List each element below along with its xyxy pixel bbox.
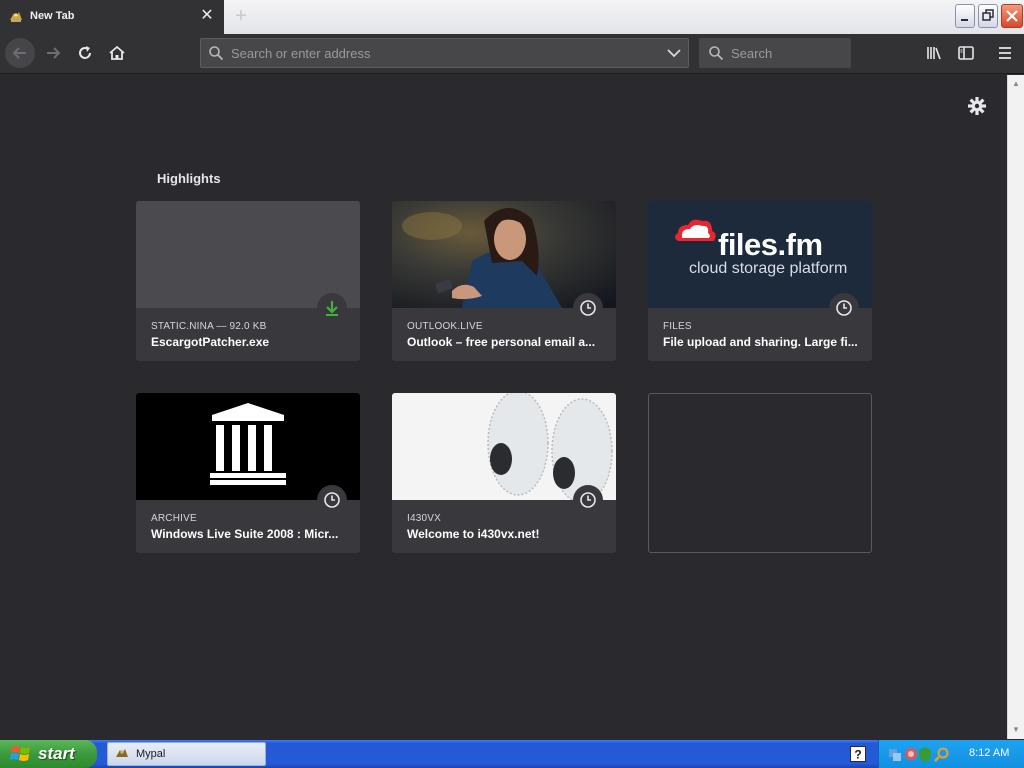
- card-host: OUTLOOK.LIVE: [407, 321, 483, 332]
- clock: 8:12 AM: [969, 747, 1010, 759]
- network-icon: [889, 749, 901, 761]
- minimize-icon: [961, 19, 968, 21]
- woman-with-phone-photo: [392, 201, 616, 308]
- highlight-card[interactable]: OUTLOOK.LIVE Outlook – free personal ema…: [392, 201, 616, 361]
- clock-badge: [317, 485, 347, 515]
- windows-logo-icon: [10, 746, 30, 761]
- highlight-card[interactable]: ARCHIVE Windows Live Suite 2008 : Micr..…: [136, 393, 360, 553]
- files-fm-wordmark: files.fm: [718, 227, 823, 262]
- library-button[interactable]: [919, 38, 949, 68]
- highlight-card[interactable]: files.fm cloud storage platform FILES Fi…: [648, 201, 872, 361]
- sidebar-icon: [958, 46, 974, 60]
- system-tray: 8:12 AM: [878, 740, 1024, 768]
- card-host: FILES: [663, 321, 692, 332]
- card-title: Windows Live Suite 2008 : Micr...: [151, 527, 339, 541]
- close-icon[interactable]: ✕: [199, 8, 215, 24]
- library-icon: [927, 47, 941, 60]
- clock-icon: [580, 492, 596, 508]
- clock-icon: [580, 300, 596, 316]
- files-fm-tagline: cloud storage platform: [689, 260, 848, 277]
- reload-button[interactable]: [70, 38, 100, 68]
- highlight-card[interactable]: I430VX Welcome to i430vx.net!: [392, 393, 616, 553]
- address-bar[interactable]: [200, 38, 689, 68]
- menu-button[interactable]: [990, 38, 1020, 68]
- card-host: ARCHIVE: [151, 513, 197, 524]
- clock-badge: [829, 293, 859, 323]
- download-icon: [326, 301, 338, 316]
- shield-icon: [905, 748, 917, 760]
- tab-new-tab[interactable]: New Tab ✕: [0, 0, 224, 34]
- tab-strip: New Tab ✕ +: [0, 0, 1024, 34]
- search-icon: [709, 46, 724, 61]
- highlights-heading: Highlights: [157, 171, 221, 186]
- address-input[interactable]: [231, 45, 651, 62]
- vertical-scrollbar[interactable]: ▲ ▼: [1007, 75, 1024, 739]
- taskbar: start Mypal ? 8:12 AM: [0, 740, 1024, 768]
- card-host: I430VX: [407, 513, 442, 524]
- svg-text:?: ?: [854, 748, 861, 762]
- home-button[interactable]: [102, 38, 132, 68]
- close-icon: [1006, 10, 1018, 22]
- scroll-down-arrow-icon[interactable]: ▼: [1011, 725, 1021, 735]
- mypal-favicon-icon: [10, 12, 22, 22]
- search-icon: [209, 46, 224, 61]
- window-close-button[interactable]: [1001, 4, 1023, 28]
- card-title: File upload and sharing. Large fi...: [663, 335, 858, 349]
- card-host: STATIC.NINA — 92.0 KB: [151, 321, 267, 332]
- clock-badge: [573, 293, 603, 323]
- clock-icon: [324, 492, 340, 508]
- help-icon[interactable]: ?: [850, 746, 866, 762]
- card-title: EscargotPatcher.exe: [151, 335, 270, 349]
- search-tray-icon: [934, 747, 949, 762]
- sidebar-toggle-button[interactable]: [951, 38, 981, 68]
- card-thumbnail: files.fm cloud storage platform: [648, 201, 872, 308]
- tab-title: New Tab: [30, 10, 75, 22]
- clock-badge: [573, 485, 603, 515]
- restore-icon: [982, 9, 994, 21]
- minimize-button[interactable]: [955, 4, 975, 28]
- start-button[interactable]: start: [0, 740, 97, 768]
- highlight-card[interactable]: STATIC.NINA — 92.0 KB EscargotPatcher.ex…: [136, 201, 360, 361]
- card-thumbnail: [136, 201, 360, 308]
- card-thumbnail: [392, 201, 616, 308]
- security-icon: [919, 747, 931, 762]
- forward-button[interactable]: [38, 38, 68, 68]
- card-title: Welcome to i430vx.net!: [407, 527, 540, 541]
- archive-temple-logo: [210, 403, 286, 485]
- download-badge: [317, 293, 347, 323]
- hamburger-menu-icon: [999, 47, 1011, 59]
- arrow-right-icon: [47, 47, 61, 59]
- card-thumbnail: [136, 393, 360, 500]
- new-tab-button[interactable]: +: [230, 6, 252, 28]
- chevron-down-icon[interactable]: [666, 46, 682, 60]
- navigation-toolbar: [0, 34, 1024, 74]
- search-bar[interactable]: [699, 38, 851, 68]
- taskbar-item-mypal[interactable]: Mypal: [107, 742, 266, 766]
- new-tab-page: Highlights STATIC.NINA — 92.0 KB Escargo…: [0, 75, 1007, 739]
- start-label: start: [38, 744, 75, 763]
- home-icon: [109, 45, 125, 60]
- mypal-app-icon: [116, 749, 128, 757]
- arrow-left-icon: [12, 47, 26, 59]
- gear-icon[interactable]: [966, 95, 988, 117]
- reload-icon: [79, 46, 91, 59]
- card-title: Outlook – free personal email a...: [407, 335, 596, 349]
- browser-window: New Tab ✕ + Search or enter address Sear…: [0, 0, 1024, 740]
- restore-button[interactable]: [978, 4, 998, 28]
- scroll-up-arrow-icon[interactable]: ▲: [1011, 79, 1021, 89]
- card-thumbnail: [392, 393, 616, 500]
- cartoon-eyes-image: [487, 393, 613, 500]
- clock-icon: [836, 300, 852, 316]
- back-button[interactable]: [5, 38, 35, 68]
- empty-highlight-slot: [648, 393, 872, 553]
- search-input[interactable]: [731, 45, 841, 62]
- taskbar-item-label: Mypal: [136, 748, 166, 760]
- tray-icons: [889, 747, 949, 762]
